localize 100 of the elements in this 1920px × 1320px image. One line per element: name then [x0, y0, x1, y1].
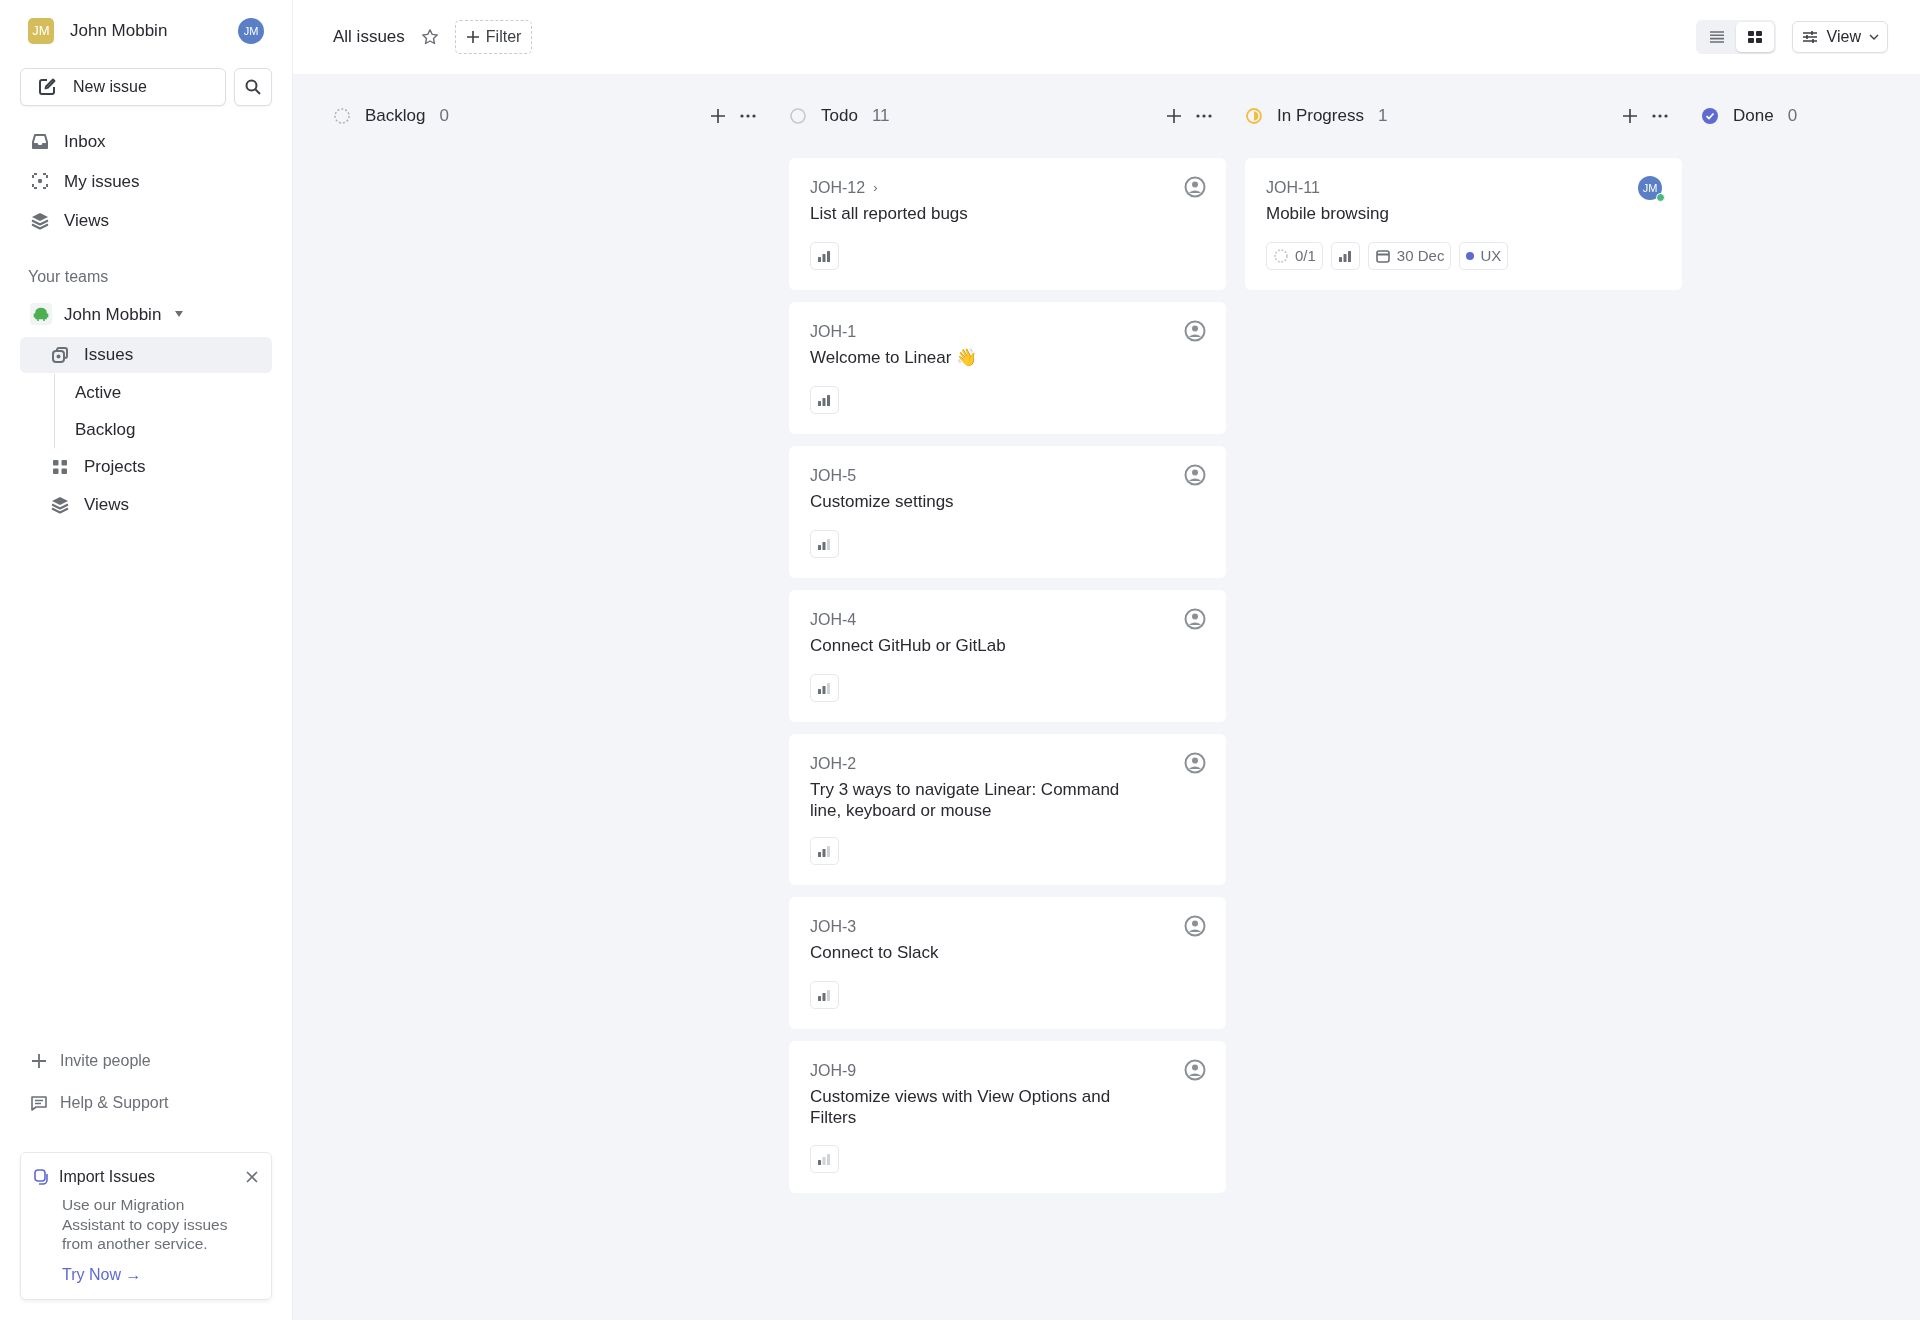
unassigned-icon — [1184, 608, 1206, 630]
favorite-button[interactable] — [420, 28, 439, 46]
issue-card[interactable]: JOH-2 Try 3 ways to navigate Linear: Command line, keyboard or mouse — [789, 734, 1226, 886]
issue-title: List all reported bugs — [810, 204, 969, 225]
workspace-name[interactable]: John Mobbin — [70, 18, 222, 44]
issue-card[interactable]: JOH-11 Mobile browsing JM 0/1 30 Dec UX — [1245, 158, 1682, 290]
team-nav-item[interactable]: Issues — [20, 337, 272, 373]
section-heading: Your teams — [27, 266, 110, 287]
nav-item[interactable]: My issues — [20, 161, 272, 201]
team-nav-item[interactable]: Views — [20, 487, 272, 523]
issue-id: JOH-11 — [1266, 178, 1320, 198]
plus-icon — [30, 1052, 48, 1071]
status-icon — [333, 107, 351, 125]
priority-chip[interactable] — [810, 530, 839, 558]
plus-icon — [1166, 108, 1182, 124]
layers-icon — [50, 495, 70, 515]
column-title: Backlog — [365, 105, 426, 128]
user-avatar[interactable]: JM — [238, 18, 264, 44]
board-view-button[interactable] — [1735, 22, 1774, 52]
android-icon — [30, 303, 52, 326]
view-button[interactable]: View — [1791, 21, 1888, 53]
issue-id: JOH-5 — [810, 466, 857, 486]
label-chip: UX — [1459, 242, 1509, 270]
issue-card[interactable]: JOH-5 Customize settings — [789, 446, 1226, 578]
online-dot — [1656, 193, 1665, 202]
more-icon — [1652, 114, 1668, 118]
more-icon — [1196, 114, 1212, 118]
issue-card[interactable]: JOH-3 Connect to Slack — [789, 897, 1226, 1030]
priority-icon — [817, 844, 832, 859]
message-icon — [30, 1094, 48, 1113]
issue-count: 1 — [1377, 105, 1388, 128]
star-icon — [420, 28, 439, 46]
issue-id: JOH-4 — [810, 610, 857, 630]
team-nav-item[interactable]: Projects — [20, 449, 272, 485]
column-title: Todo — [821, 105, 858, 128]
priority-chip[interactable] — [1330, 242, 1360, 270]
priority-icon — [817, 537, 832, 551]
issue-count: 0 — [1787, 105, 1798, 128]
issue-id: JOH-3 — [810, 917, 857, 938]
team-nav-item[interactable]: Backlog — [61, 411, 272, 448]
close-button[interactable] — [245, 1170, 259, 1185]
team-item[interactable]: John Mobbin — [20, 296, 272, 332]
assignee-avatar[interactable]: JM — [1638, 176, 1662, 200]
issue-title: Customize views with View Options and Filters — [810, 1087, 1112, 1129]
page-title: All issues — [333, 26, 405, 49]
issue-title: Customize settings — [810, 492, 955, 513]
subtask-chip: 0/1 — [1266, 242, 1323, 270]
issue-card[interactable]: JOH-9 Customize views with View Options and Filters — [789, 1041, 1226, 1193]
sliders-icon — [1800, 29, 1819, 45]
layers-icon — [30, 210, 50, 231]
more-button[interactable] — [740, 114, 756, 118]
issue-title: Connect to Slack — [810, 943, 940, 965]
list-icon — [1707, 29, 1726, 45]
new-issue-button[interactable]: New issue — [20, 68, 226, 106]
filter-button[interactable]: Filter — [454, 20, 533, 54]
column-title: Done — [1733, 105, 1774, 128]
priority-chip[interactable] — [810, 242, 839, 270]
issue-card[interactable]: JOH-12 › List all reported bugs — [789, 158, 1226, 290]
plus-icon — [465, 30, 480, 44]
issue-card[interactable]: JOH-4 Connect GitHub or GitLab — [789, 590, 1226, 722]
issue-id: JOH-9 — [810, 1061, 857, 1082]
unassigned-icon — [1184, 176, 1206, 198]
plus-icon — [1622, 108, 1638, 124]
more-icon — [740, 114, 756, 118]
unassigned-icon — [1184, 1059, 1206, 1082]
more-button[interactable] — [1652, 114, 1668, 118]
add-button[interactable] — [1166, 108, 1182, 124]
priority-icon — [817, 249, 832, 263]
try-now-link[interactable]: Try Now → — [62, 1262, 142, 1287]
footer-link[interactable]: Help & Support — [20, 1086, 272, 1121]
footer-link[interactable]: Invite people — [20, 1044, 272, 1079]
add-button[interactable] — [710, 108, 726, 124]
more-button[interactable] — [1196, 114, 1212, 118]
column-title: In Progress — [1277, 105, 1364, 128]
priority-chip[interactable] — [810, 674, 839, 702]
priority-icon — [1337, 249, 1353, 263]
progress-icon — [1273, 248, 1289, 264]
priority-icon — [817, 1151, 832, 1166]
issue-title: Try 3 ways to navigate Linear: Command line, keyboard or mouse — [810, 780, 1121, 822]
unassigned-icon — [1184, 752, 1206, 774]
nav-item[interactable]: Inbox — [20, 122, 272, 162]
priority-chip[interactable] — [810, 981, 839, 1010]
add-button[interactable] — [1622, 108, 1638, 124]
issue-id: JOH-2 — [810, 754, 857, 774]
copy-icon — [33, 1168, 51, 1187]
grid-icon — [50, 457, 70, 477]
plus-icon — [710, 108, 726, 124]
team-nav-item[interactable]: Active — [61, 374, 272, 411]
card-text: Use our Migration Assistant to copy issues from another service. — [62, 1195, 229, 1254]
priority-icon — [817, 988, 832, 1003]
priority-chip[interactable] — [810, 837, 839, 866]
priority-chip[interactable] — [810, 386, 839, 414]
status-icon — [1245, 107, 1263, 125]
board-icon — [1745, 29, 1764, 45]
priority-icon — [817, 393, 832, 407]
issue-id: JOH-12 — [810, 178, 866, 198]
nav-item[interactable]: Views — [20, 201, 272, 241]
search-button[interactable] — [234, 68, 272, 106]
issue-title: Connect GitHub or GitLab — [810, 636, 1007, 657]
issue-card[interactable]: JOH-1 Welcome to Linear 👋 — [789, 302, 1226, 434]
